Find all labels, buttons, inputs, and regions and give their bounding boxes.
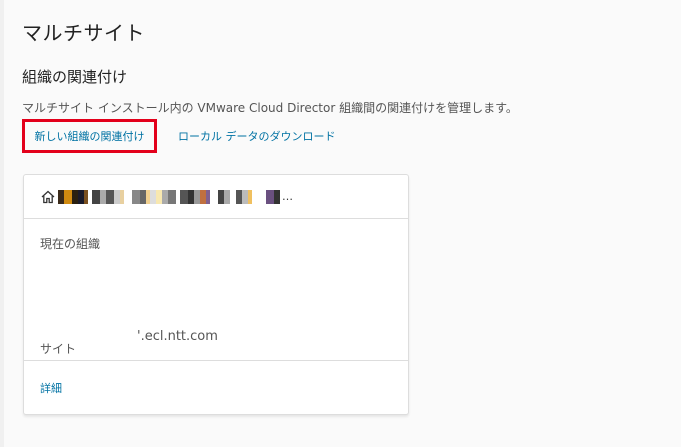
section-title: 組織の関連付け: [22, 68, 128, 86]
page-title: マルチサイト: [22, 21, 145, 45]
org-association-card: … 現在の組織 サイト '.ecl.ntt.com 詳細: [23, 174, 409, 415]
section-description: マルチサイト インストール内の VMware Cloud Director 組織…: [22, 101, 518, 115]
card-header: …: [24, 175, 408, 219]
card-footer: 詳細: [24, 361, 408, 415]
current-org-label: 現在の組織: [40, 237, 101, 251]
home-icon: [41, 190, 55, 203]
redacted-org-name: [58, 189, 280, 204]
details-link[interactable]: 詳細: [40, 380, 62, 396]
new-org-association-button[interactable]: 新しい組織の関連付け: [22, 119, 157, 153]
left-edge-strip: [0, 0, 4, 447]
download-local-data-link[interactable]: ローカル データのダウンロード: [178, 119, 336, 153]
site-value: '.ecl.ntt.com: [137, 329, 218, 344]
header-ellipsis: …: [282, 190, 293, 203]
site-label: サイト: [40, 342, 77, 356]
